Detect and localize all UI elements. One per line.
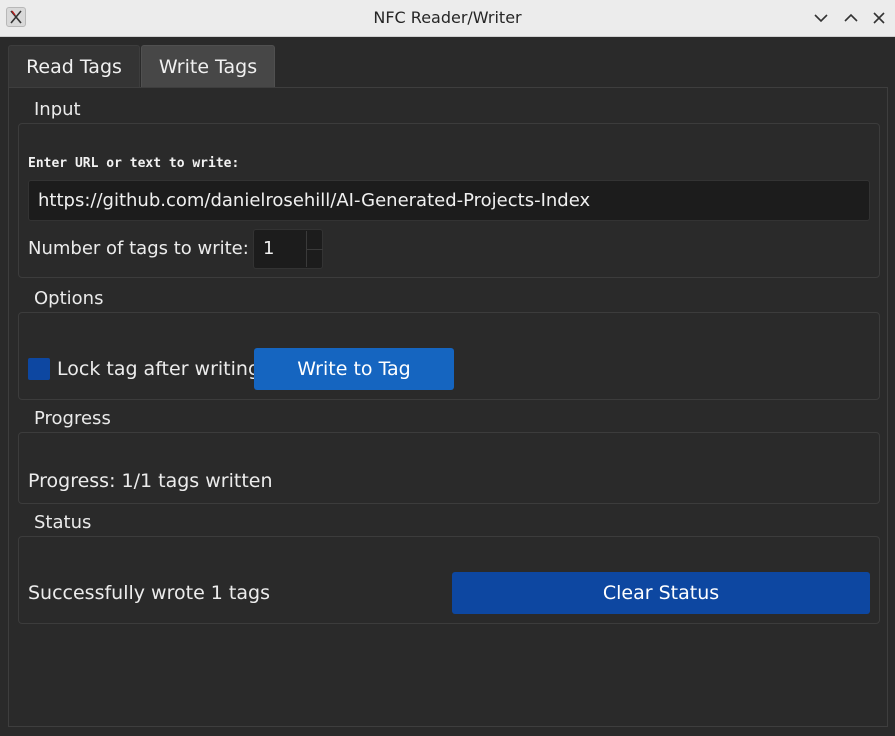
- tab-write-tags[interactable]: Write Tags: [141, 45, 275, 87]
- status-text: Successfully wrote 1 tags: [28, 582, 270, 604]
- progress-group: [18, 432, 880, 504]
- window-title: NFC Reader/Writer: [373, 8, 522, 27]
- write-to-tag-button[interactable]: Write to Tag: [254, 348, 454, 390]
- progress-text: Progress: 1/1 tags written: [28, 470, 273, 492]
- close-button[interactable]: [867, 6, 891, 30]
- maximize-button[interactable]: [839, 6, 863, 30]
- close-icon: [873, 12, 885, 24]
- url-input[interactable]: [28, 180, 870, 221]
- tags-count-value: 1: [263, 238, 275, 259]
- tags-count-spinbox[interactable]: 1: [253, 229, 323, 269]
- options-group-title: Options: [34, 288, 104, 309]
- lock-tag-label[interactable]: Lock tag after writing: [57, 358, 260, 380]
- chevron-down-icon: [814, 14, 828, 23]
- minimize-button[interactable]: [809, 6, 833, 30]
- progress-group-title: Progress: [34, 408, 111, 429]
- tab-read-tags[interactable]: Read Tags: [8, 45, 140, 87]
- status-group-title: Status: [34, 512, 92, 533]
- clear-status-button[interactable]: Clear Status: [452, 572, 870, 614]
- input-group-title: Input: [34, 99, 81, 120]
- app-window: NFC Reader/Writer Read Tags Write Tags I…: [0, 0, 895, 736]
- url-label: Enter URL or text to write:: [28, 156, 240, 171]
- tags-count-label: Number of tags to write:: [28, 238, 249, 259]
- chevron-up-icon: [844, 13, 858, 22]
- title-bar[interactable]: NFC Reader/Writer: [0, 0, 895, 37]
- spin-up-button[interactable]: [306, 231, 323, 250]
- lock-tag-checkbox[interactable]: [28, 358, 50, 380]
- spin-down-button[interactable]: [306, 249, 323, 267]
